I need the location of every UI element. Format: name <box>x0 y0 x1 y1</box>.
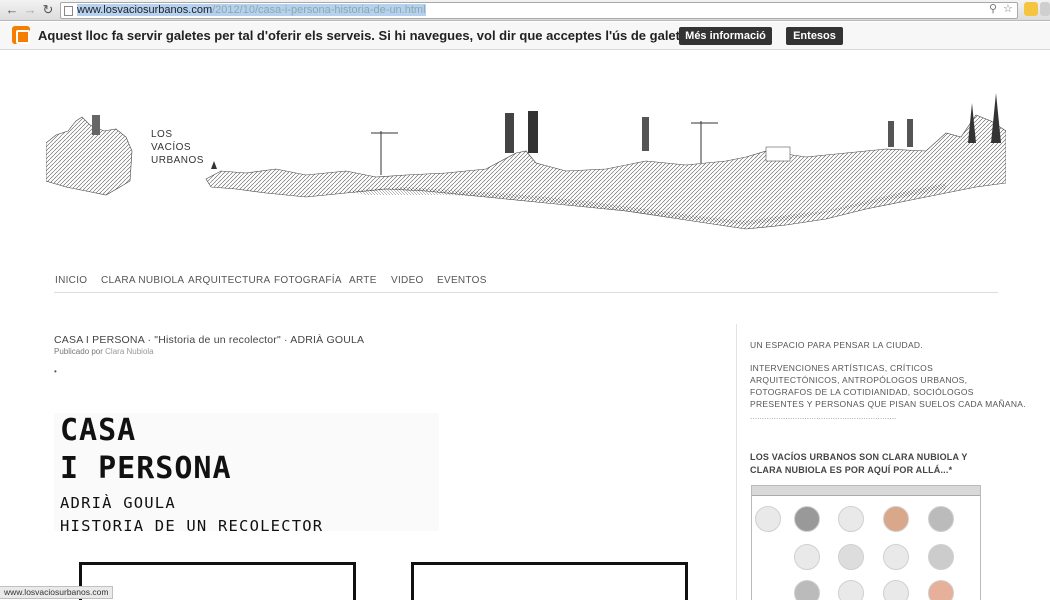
object-photo <box>554 581 594 600</box>
bullet: • <box>54 367 57 376</box>
url-path: /2012/10/casa-i-persona-historia-de-un.h… <box>212 4 426 16</box>
brand-line: VACÍOS <box>151 142 192 153</box>
description-line: ARQUITECTÓNICOS, ANTROPÓLOGOS URBANOS, <box>750 375 968 385</box>
screenshot-browser-bar <box>752 486 980 496</box>
reload-icon[interactable]: ↻ <box>40 2 56 18</box>
site-logo[interactable]: LOS VACÍOS URBANOS <box>151 128 204 167</box>
thumbnail <box>755 506 781 532</box>
sidebar-tagline: UN ESPACIO PARA PENSAR LA CIUDAD. <box>750 340 924 350</box>
nav-item-arquitectura[interactable]: ARQUITECTURA <box>188 275 271 286</box>
thumbnail <box>794 544 820 570</box>
nav-item-eventos[interactable]: EVENTOS <box>437 275 487 286</box>
page-icon <box>64 6 73 16</box>
browser-toolbar: ← → ↻ www.losvaciosurbanos.com/2012/10/c… <box>0 0 1050 21</box>
thumbnail <box>883 544 909 570</box>
zoom-icon[interactable]: ⚲ <box>989 2 997 16</box>
post-image-frame <box>79 562 356 600</box>
description-line: PRESENTES Y PERSONAS QUE PISAN SUELOS CA… <box>750 399 1026 409</box>
nav-item-inicio[interactable]: INICIO <box>55 275 87 286</box>
thumbnail <box>928 580 954 600</box>
widget-title-line: LOS VACÍOS URBANOS SON CLARA NUBIOLA Y <box>750 452 968 462</box>
extension-icon[interactable] <box>1024 2 1038 16</box>
sidebar-widget-title: LOS VACÍOS URBANOS SON CLARA NUBIOLA Y C… <box>750 451 968 476</box>
back-arrow-icon[interactable]: ← <box>4 2 20 18</box>
bookmark-star-icon[interactable]: ☆ <box>1003 2 1013 16</box>
byline-prefix: Publicado por <box>54 347 103 356</box>
author-link[interactable]: Clara Nubiola <box>105 347 153 356</box>
post-poster-image: CASA I PERSONA ADRIÀ GOULA HISTORIA DE U… <box>54 413 439 535</box>
address-bar[interactable]: www.losvaciosurbanos.com/2012/10/casa-i-… <box>60 2 1018 19</box>
extension-icon[interactable] <box>1040 2 1050 16</box>
cookie-notice-bar: Aquest lloc fa servir galetes per tal d'… <box>0 22 1050 50</box>
page-content: LOS VACÍOS URBANOS INICIO CLARA NUBIOLA … <box>0 51 1050 600</box>
thumbnail <box>794 580 820 600</box>
nav-item-clara-nubiola[interactable]: CLARA NUBIOLA <box>101 275 184 286</box>
thumbnail <box>838 506 864 532</box>
post-title[interactable]: CASA I PERSONA · "Historia de un recolec… <box>54 334 364 346</box>
city-skyline-illustration <box>46 93 1006 230</box>
nav-item-fotografia[interactable]: FOTOGRAFÍA <box>274 275 342 286</box>
browser-status-bar: www.losvaciosurbanos.com <box>0 586 114 599</box>
thumbnail <box>883 506 909 532</box>
description-line: INTERVENCIONES ARTÍSTICAS, CRÍTICOS <box>750 363 934 373</box>
nav-item-arte[interactable]: ARTE <box>349 275 377 286</box>
cookie-message: Aquest lloc fa servir galetes per tal d'… <box>38 28 699 43</box>
post-image-frame <box>411 562 688 600</box>
sidebar-divider <box>736 324 737 600</box>
more-info-button[interactable]: Més informació <box>679 27 772 45</box>
nav-item-video[interactable]: VIDEO <box>391 275 424 286</box>
poster-subtitle: ADRIÀ GOULA <box>60 494 176 512</box>
accept-cookies-button[interactable]: Entesos <box>786 27 843 45</box>
brand-line: URBANOS <box>151 155 204 166</box>
url-host: www.losvaciosurbanos.com <box>77 4 213 16</box>
brand-line: LOS <box>151 129 173 140</box>
thumbnail <box>794 506 820 532</box>
description-line: FOTOGRAFOS DE LA COTIDIANIDAD, SOCIÓLOGO… <box>750 387 974 397</box>
poster-subtitle: HISTORIA DE UN RECOLECTOR <box>60 517 324 535</box>
widget-title-line: CLARA NUBIOLA ES POR AQUÍ POR ALLÁ...* <box>750 464 953 475</box>
thumbnail <box>838 580 864 600</box>
post-byline: Publicado por Clara Nubiola <box>54 347 154 356</box>
forward-arrow-icon[interactable]: → <box>22 2 38 18</box>
dotted-separator: ........................................… <box>750 411 897 421</box>
sidebar-screenshot-image[interactable] <box>751 485 981 600</box>
sidebar-description: INTERVENCIONES ARTÍSTICAS, CRÍTICOS ARQU… <box>750 362 1026 422</box>
poster-title: I PERSONA <box>60 451 232 486</box>
thumbnail <box>883 580 909 600</box>
poster-title: CASA <box>60 413 137 448</box>
thumbnail <box>928 544 954 570</box>
thumbnail <box>928 506 954 532</box>
blogger-logo-icon <box>12 26 30 44</box>
thumbnail <box>838 544 864 570</box>
main-nav: INICIO CLARA NUBIOLA ARQUITECTURA FOTOGR… <box>54 275 998 293</box>
